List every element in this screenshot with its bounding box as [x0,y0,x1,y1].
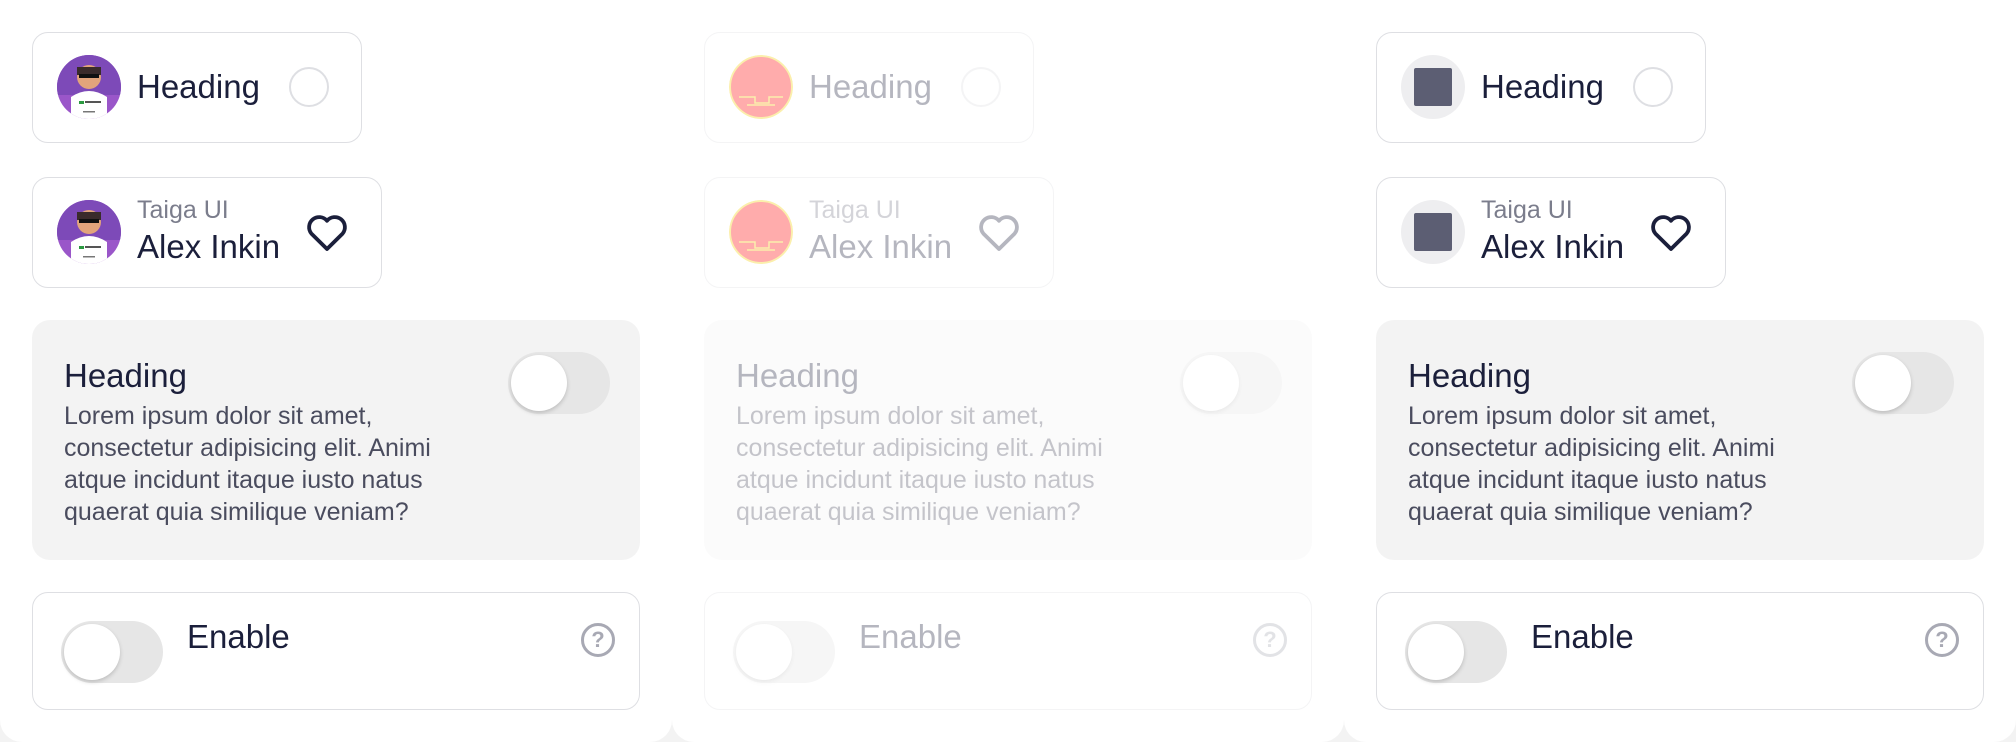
enable-toggle [733,621,835,683]
heart-outline-icon [979,215,1019,251]
heading-cell[interactable]: Heading [1376,32,1706,143]
radio-unchecked-icon[interactable] [1633,67,1673,107]
block-description-text: Lorem ipsum dolor sit amet, consectetur … [64,402,431,526]
enable-label: Enable [187,618,290,655]
column-disabled: Heading Taiga UI Alex Inkin Heading Lore… [672,0,1344,742]
block-heading-text: Heading [736,357,859,394]
user-overline-text: Taiga UI [137,196,229,224]
toggle-switch[interactable] [508,352,610,414]
heart-outline-icon[interactable] [1647,208,1695,256]
help-circle-icon[interactable]: ? [1925,623,1959,657]
user-name-text: Alex Inkin [137,228,281,265]
toggle-knob [1183,355,1239,411]
demo-stage: Heading Taiga UI Alex Inkin Heading Lore… [0,0,2016,742]
block-heading-text: Heading [1408,357,1531,394]
enable-toggle[interactable] [61,621,163,683]
user-overline-text: Taiga UI [809,196,901,224]
toggle-switch [1180,352,1282,414]
avatar-placeholder [1401,200,1465,264]
heading-cell[interactable]: Heading [32,32,362,143]
enable-label: Enable [859,618,962,655]
toggle-knob [1408,624,1464,680]
column-placeholder-avatar: Heading Taiga UI Alex Inkin Heading Lore… [1344,0,2016,742]
help-circle-icon[interactable]: ? [581,623,615,657]
block-description-text: Lorem ipsum dolor sit amet, consectetur … [736,402,1103,526]
heading-cell: Heading [704,32,1034,143]
user-overline-text: Taiga UI [1481,196,1573,224]
user-cell[interactable]: Taiga UI Alex Inkin [32,177,382,288]
avatar-placeholder [1401,55,1465,119]
enable-toggle[interactable] [1405,621,1507,683]
cell-heading-text: Heading [137,68,260,105]
block-heading-text: Heading [64,357,187,394]
column-photo-avatar: Heading Taiga UI Alex Inkin Heading Lore… [0,0,672,742]
user-cell[interactable]: Taiga UI Alex Inkin [1376,177,1726,288]
enable-cell[interactable]: Enable ? [32,592,640,710]
cell-heading-text: Heading [809,68,932,105]
help-circle-icon: ? [1253,623,1287,657]
toggle-switch[interactable] [1852,352,1954,414]
toggle-knob [736,624,792,680]
radio-unchecked-icon[interactable] [289,67,329,107]
toggle-knob [511,355,567,411]
enable-cell[interactable]: Enable ? [1376,592,1984,710]
user-name-text: Alex Inkin [1481,228,1625,265]
enable-cell: Enable ? [704,592,1312,710]
radio-unchecked-icon [961,67,1001,107]
heart-outline-icon[interactable] [303,208,351,256]
user-name-text: Alex Inkin [809,228,953,265]
block-description-text: Lorem ipsum dolor sit amet, consectetur … [1408,402,1775,526]
enable-label: Enable [1531,618,1634,655]
avatar-photo [57,55,121,119]
heading-description-block[interactable]: Heading Lorem ipsum dolor sit amet, cons… [32,320,640,560]
toggle-knob [1855,355,1911,411]
heading-description-block[interactable]: Heading Lorem ipsum dolor sit amet, cons… [1376,320,1984,560]
avatar-error [729,200,793,264]
toggle-knob [64,624,120,680]
avatar-photo [57,200,121,264]
heading-description-block: Heading Lorem ipsum dolor sit amet, cons… [704,320,1312,560]
avatar-error [729,55,793,119]
cell-heading-text: Heading [1481,68,1604,105]
user-cell: Taiga UI Alex Inkin [704,177,1054,288]
